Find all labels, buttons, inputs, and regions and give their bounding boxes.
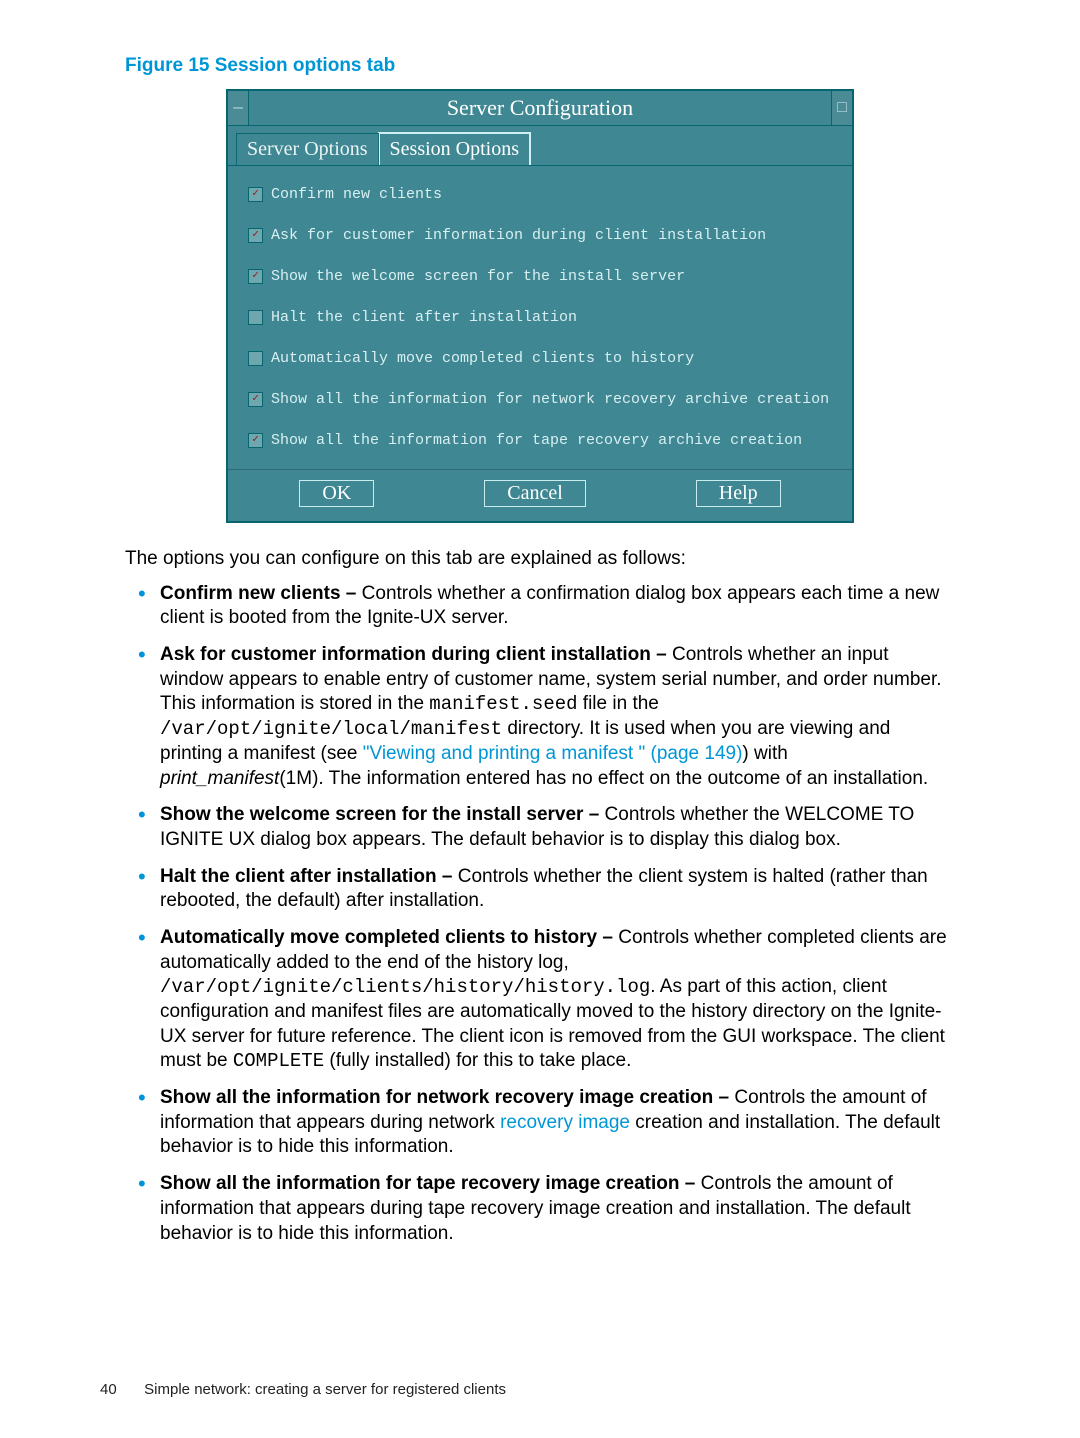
checkbox-icon[interactable]: ✓	[248, 392, 263, 407]
page-number: 40	[100, 1381, 140, 1398]
option-auto-move-history: Automatically move completed clients to …	[248, 350, 832, 367]
item-text: ) with	[742, 743, 787, 764]
option-halt-client: Halt the client after installation	[248, 309, 832, 326]
italic-text: print_manifest	[160, 768, 279, 789]
tab-strip: Server Options Session Options	[228, 126, 852, 166]
option-label: Ask for customer information during clie…	[271, 227, 766, 244]
checkbox-icon[interactable]	[248, 351, 263, 366]
item-title: Show all the information for network rec…	[160, 1087, 729, 1108]
checkbox-icon[interactable]: ✓	[248, 433, 263, 448]
item-title: Show all the information for tape recove…	[160, 1173, 695, 1194]
list-item: Halt the client after installation – Con…	[160, 865, 955, 914]
item-title: Halt the client after installation –	[160, 866, 452, 887]
item-text: file in the	[578, 693, 659, 714]
option-label: Show all the information for tape recove…	[271, 432, 802, 449]
options-panel: ✓ Confirm new clients ✓ Ask for customer…	[228, 166, 852, 469]
option-confirm-new-clients: ✓ Confirm new clients	[248, 186, 832, 203]
code-text: manifest.seed	[429, 693, 577, 715]
checkbox-icon[interactable]: ✓	[248, 228, 263, 243]
checkbox-icon[interactable]	[248, 310, 263, 325]
option-label: Halt the client after installation	[271, 309, 577, 326]
code-text: /var/opt/ignite/clients/history/history.…	[160, 976, 650, 998]
help-button[interactable]: Help	[696, 480, 781, 507]
item-title: Ask for customer information during clie…	[160, 644, 667, 665]
list-item: Confirm new clients – Controls whether a…	[160, 582, 955, 631]
option-label: Show all the information for network rec…	[271, 391, 829, 408]
figure-caption: Figure 15 Session options tab	[125, 55, 955, 77]
option-ask-customer-info: ✓ Ask for customer information during cl…	[248, 227, 832, 244]
ok-button[interactable]: OK	[299, 480, 374, 507]
item-text: (fully installed) for this to take place…	[324, 1050, 631, 1071]
list-item: Show all the information for network rec…	[160, 1086, 955, 1160]
option-show-tape-recovery: ✓ Show all the information for tape reco…	[248, 432, 832, 449]
item-text: (1M). The information entered has no eff…	[279, 768, 928, 789]
maximize-icon[interactable]: □	[831, 91, 852, 125]
option-show-welcome: ✓ Show the welcome screen for the instal…	[248, 268, 832, 285]
window-title: Server Configuration	[249, 91, 831, 125]
cancel-button[interactable]: Cancel	[484, 480, 586, 507]
item-title: Automatically move completed clients to …	[160, 927, 613, 948]
cross-ref-link[interactable]: "Viewing and printing a manifest " (page…	[363, 743, 743, 764]
checkbox-icon[interactable]: ✓	[248, 187, 263, 202]
item-title: Show the welcome screen for the install …	[160, 804, 599, 825]
list-item: Automatically move completed clients to …	[160, 926, 955, 1074]
option-label: Confirm new clients	[271, 186, 442, 203]
option-label: Show the welcome screen for the install …	[271, 268, 685, 285]
glossary-link[interactable]: recovery image	[500, 1112, 630, 1133]
item-title: Confirm new clients –	[160, 583, 356, 604]
intro-text: The options you can configure on this ta…	[125, 547, 955, 572]
button-bar: OK Cancel Help	[228, 469, 852, 521]
option-descriptions: Confirm new clients – Controls whether a…	[125, 582, 955, 1247]
tab-session-options[interactable]: Session Options	[378, 132, 531, 165]
titlebar: — Server Configuration □	[228, 91, 852, 126]
page-footer: 40 Simple network: creating a server for…	[100, 1381, 506, 1398]
option-label: Automatically move completed clients to …	[271, 350, 694, 367]
system-menu-icon[interactable]: —	[228, 91, 249, 125]
server-config-dialog: — Server Configuration □ Server Options …	[226, 89, 854, 523]
chapter-title: Simple network: creating a server for re…	[144, 1381, 506, 1398]
code-text: /var/opt/ignite/local/manifest	[160, 718, 502, 740]
tab-server-options[interactable]: Server Options	[236, 133, 379, 165]
list-item: Ask for customer information during clie…	[160, 643, 955, 791]
code-text: COMPLETE	[233, 1050, 324, 1072]
checkbox-icon[interactable]: ✓	[248, 269, 263, 284]
list-item: Show the welcome screen for the install …	[160, 803, 955, 852]
option-show-network-recovery: ✓ Show all the information for network r…	[248, 391, 832, 408]
list-item: Show all the information for tape recove…	[160, 1172, 955, 1246]
